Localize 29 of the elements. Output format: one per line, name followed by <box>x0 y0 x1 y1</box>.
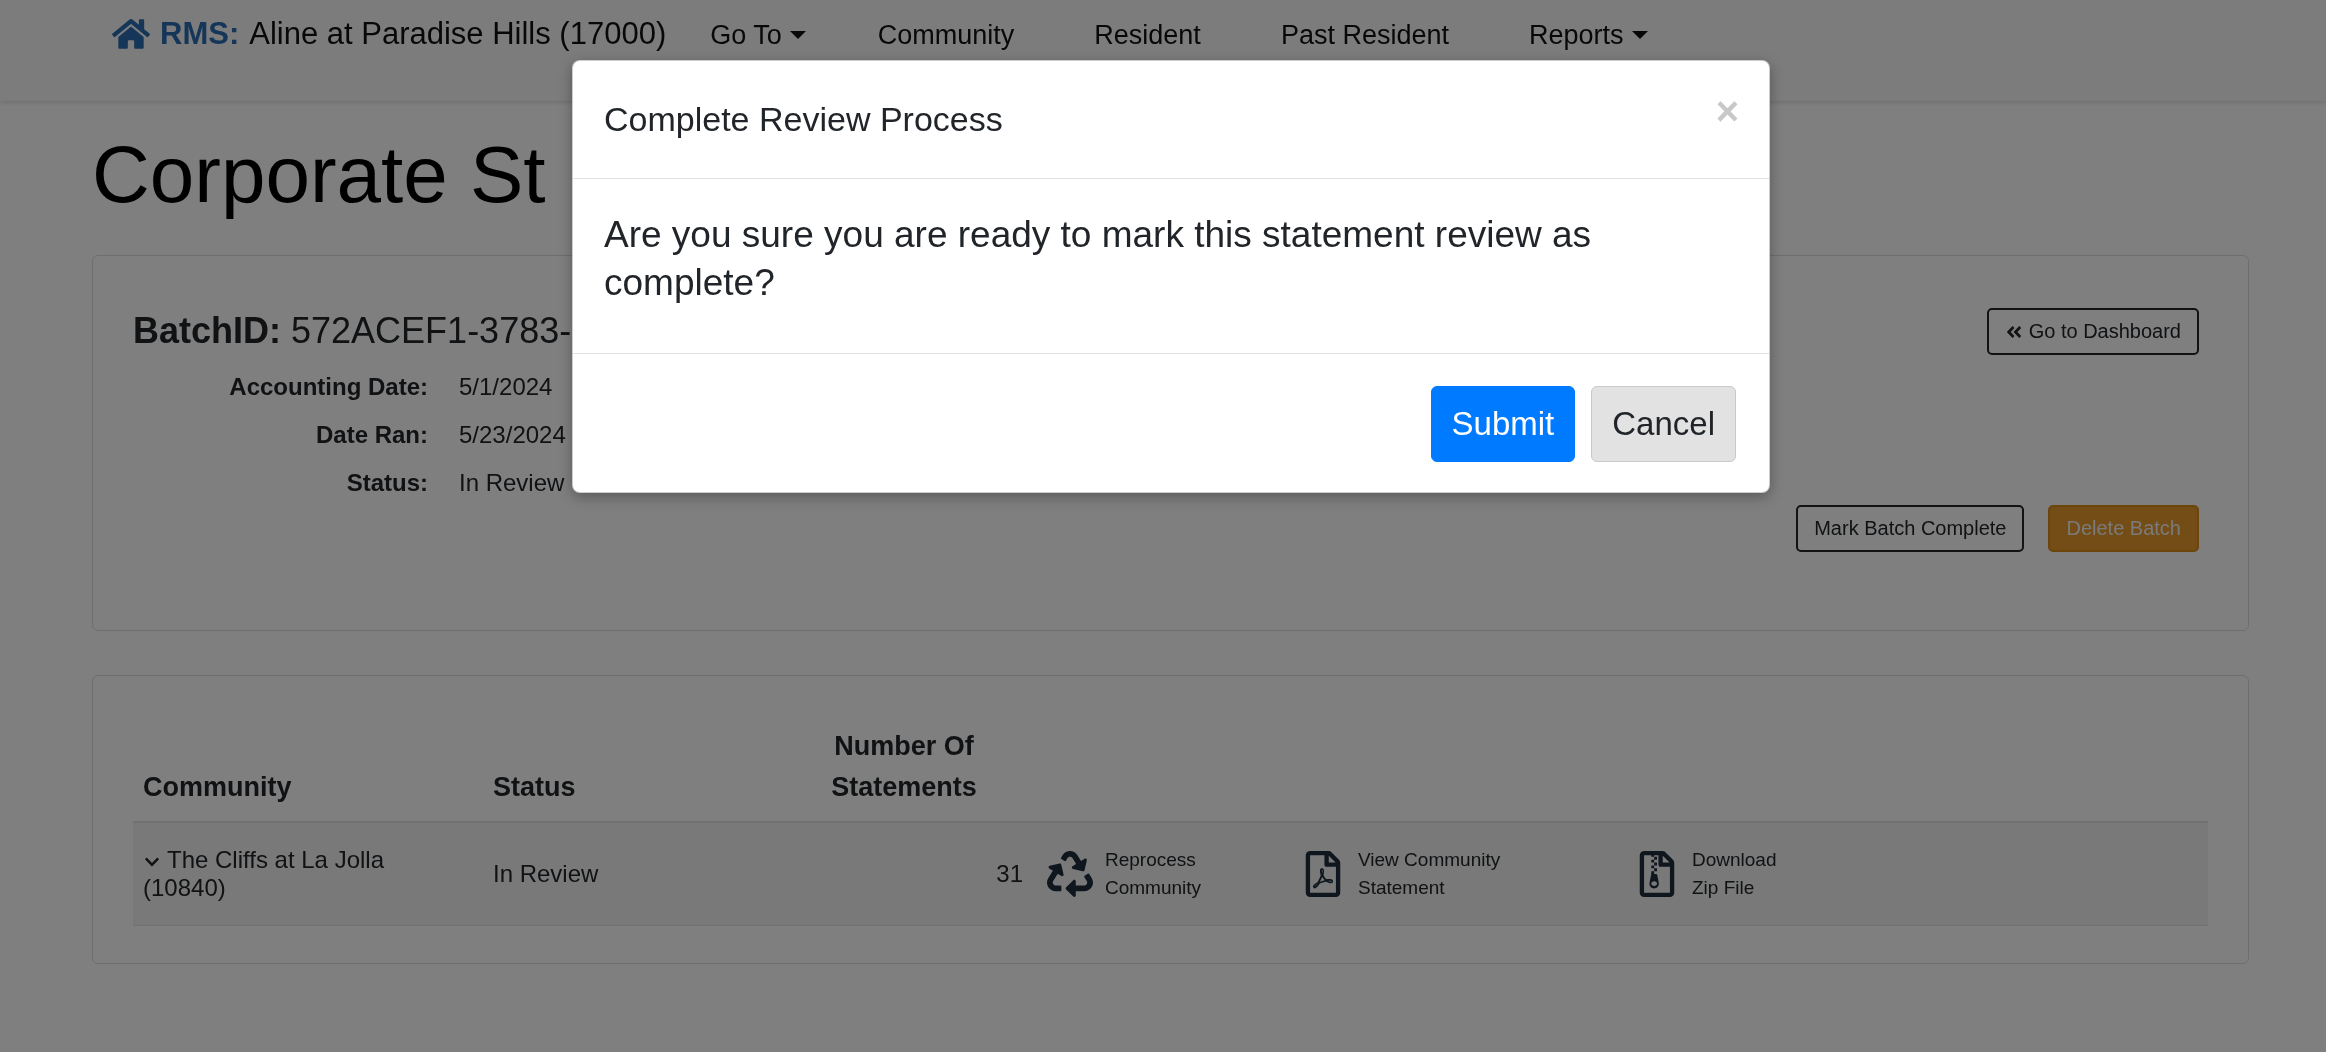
dialog-message: Are you sure you are ready to mark this statement review as complete? <box>604 213 1593 306</box>
dashboard-button[interactable]: Go to Dashboard <box>1986 308 2199 355</box>
nav-link[interactable]: Community <box>877 16 1015 54</box>
table-cell: 31 <box>771 823 1037 926</box>
cancel-button[interactable]: Cancel <box>1591 386 1736 463</box>
brand-label[interactable]: RMS: <box>160 16 240 52</box>
field-label: Date Ran: <box>314 421 428 449</box>
nav-link[interactable]: Go To <box>710 16 806 54</box>
complete-button[interactable]: Mark Batch Complete <box>1796 505 2025 552</box>
community-name: Aline at Paradise Hills (17000) <box>249 16 667 52</box>
home-icon[interactable] <box>112 17 150 51</box>
nav-link[interactable]: Resident <box>1094 16 1201 54</box>
field-label: Accounting Date: <box>228 373 428 401</box>
dialog-title: Complete Review Process <box>604 100 1003 139</box>
action-link[interactable]: Download Zip File <box>1634 845 1777 903</box>
field-value: 5/1/2024 <box>459 373 553 401</box>
field-value: 5/23/2024 <box>459 421 566 449</box>
field-label: Status: <box>345 469 428 497</box>
caret-icon <box>789 31 806 39</box>
caret-icon <box>1631 31 1648 39</box>
nav-link[interactable]: Past Resident <box>1280 16 1449 54</box>
page-title: Corporate St <box>92 129 547 221</box>
nav-link[interactable]: Reports <box>1529 16 1648 54</box>
table-cell: In Review <box>483 823 771 926</box>
batch-id: BatchID: 572ACEF1-3783- <box>133 310 572 352</box>
table-cell: The Cliffs at La Jolla (10840) <box>133 823 483 926</box>
submit-button[interactable]: Submit <box>1430 386 1576 463</box>
recycle-icon <box>1047 851 1093 897</box>
field-value: In Review <box>459 469 565 497</box>
